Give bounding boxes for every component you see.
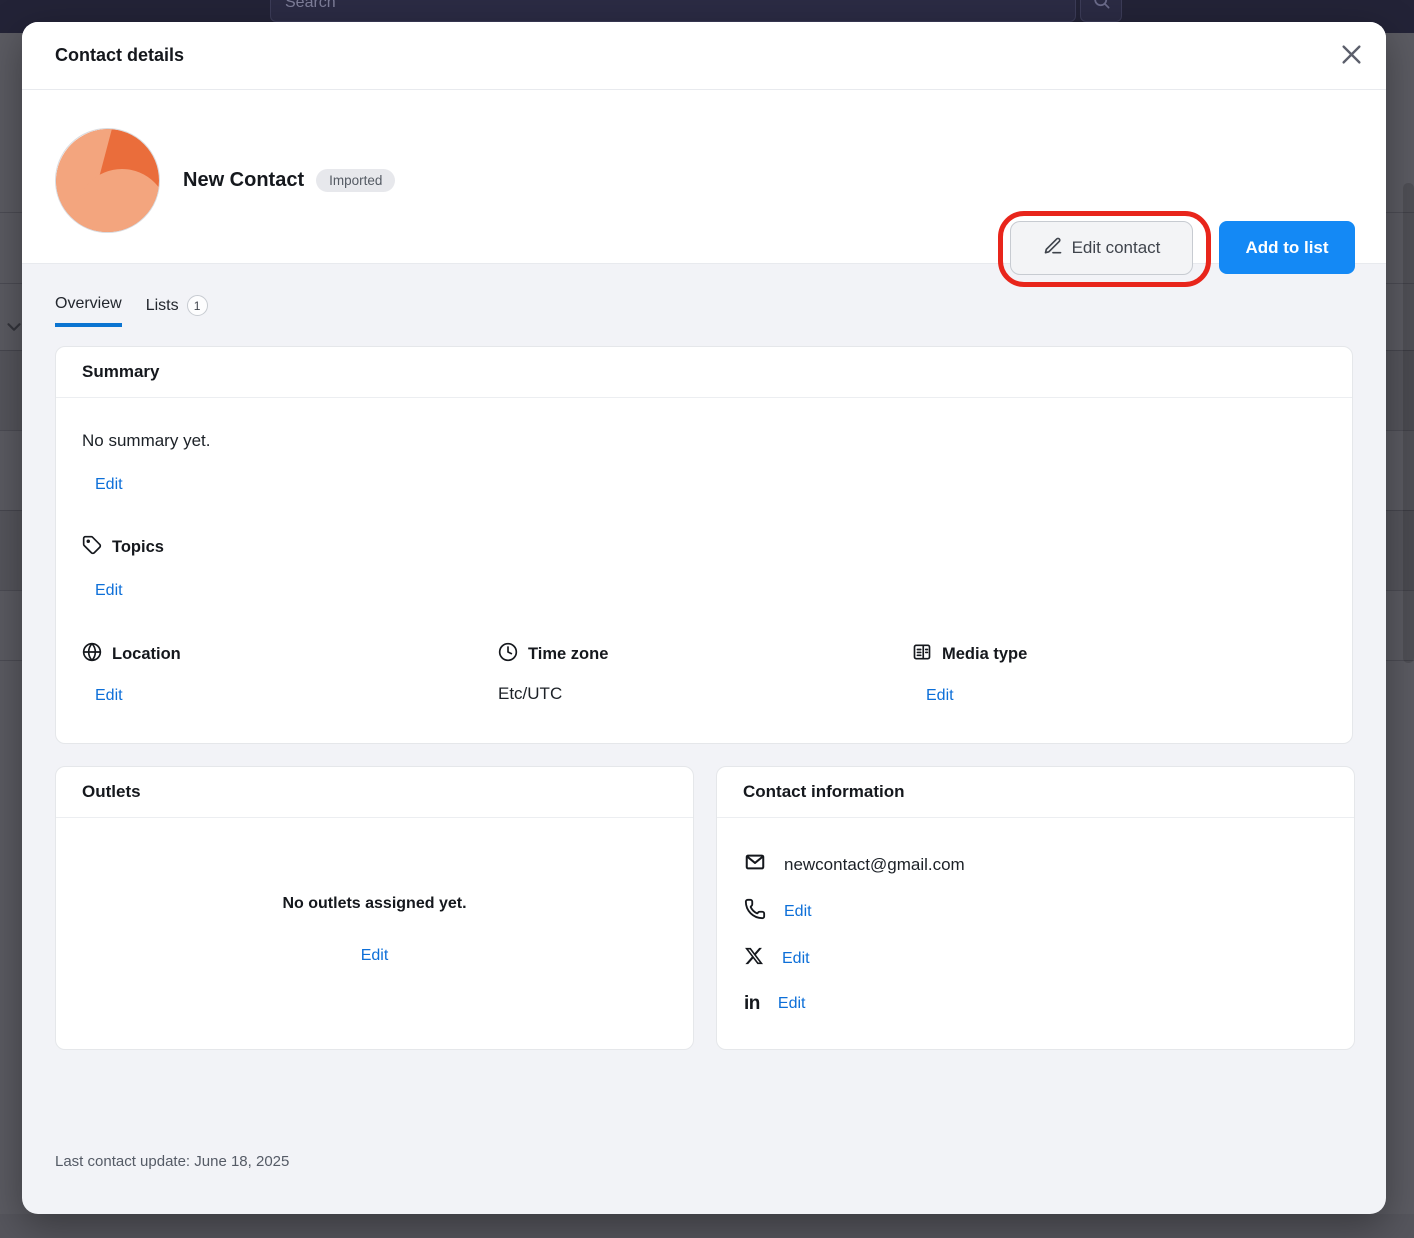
linkedin-row: in Edit [744,994,805,1013]
media-type-edit-link[interactable]: Edit [926,687,954,705]
outlets-empty-text: No outlets assigned yet. [56,895,693,913]
globe-icon [82,642,102,667]
close-button[interactable] [1337,42,1365,70]
email-icon [744,851,766,878]
location-label: Location [112,645,181,664]
email-value: newcontact@gmail.com [784,855,965,875]
x-twitter-icon [744,946,764,971]
topics-section: Topics [82,535,164,560]
last-update-text: Last contact update: June 18, 2025 [55,1153,289,1170]
imported-badge: Imported [316,169,395,193]
search-icon [1092,0,1111,15]
x-row: Edit [744,946,810,971]
search-input[interactable] [285,0,1075,12]
page-scrollbar[interactable] [1403,183,1414,663]
add-to-list-button[interactable]: Add to list [1219,221,1355,274]
contact-details-modal: Contact details New Contact Imported [22,22,1386,1214]
summary-card-header: Summary [56,347,1352,398]
contact-information-title: Contact information [743,782,905,802]
linkedin-edit-link[interactable]: Edit [778,995,806,1013]
contact-information-header: Contact information [717,767,1354,818]
tab-bar: Overview Lists 1 [55,288,208,330]
summary-card: Summary No summary yet. Edit Topics Edit… [55,346,1353,744]
media-type-section: Media type [912,642,1027,667]
phone-row: Edit [744,898,812,925]
summary-empty-text: No summary yet. [82,431,210,451]
newspaper-icon [912,642,932,667]
linkedin-icon: in [744,994,760,1013]
topics-label: Topics [112,538,164,557]
outlets-card: Outlets No outlets assigned yet. Edit [55,766,694,1050]
pencil-icon [1043,236,1063,261]
outlets-edit-link[interactable]: Edit [361,947,389,964]
timezone-section: Time zone [498,642,608,667]
outlets-title: Outlets [82,782,141,802]
avatar [55,128,160,233]
contact-information-card: Contact information newcontact@gmail.com… [716,766,1355,1050]
modal-header: Contact details [22,22,1386,90]
contact-name: New Contact [183,169,304,192]
phone-edit-link[interactable]: Edit [784,903,812,921]
media-type-label: Media type [942,645,1027,664]
search-field[interactable] [270,0,1076,22]
summary-title: Summary [82,362,159,382]
tab-lists[interactable]: Lists 1 [146,288,208,330]
phone-icon [744,898,766,925]
x-edit-link[interactable]: Edit [782,950,810,968]
topics-edit-link[interactable]: Edit [95,582,123,600]
modal-title: Contact details [55,45,184,66]
tag-icon [82,535,102,560]
contact-header: New Contact Imported Edit contact Add to… [22,90,1386,264]
location-edit-link[interactable]: Edit [95,687,123,705]
edit-contact-button[interactable]: Edit contact [1010,221,1193,275]
summary-edit-link[interactable]: Edit [95,476,123,494]
timezone-label: Time zone [528,645,608,664]
clock-icon [498,642,518,667]
close-icon [1338,41,1365,71]
timezone-value: Etc/UTC [498,684,562,704]
location-section: Location [82,642,181,667]
outlets-card-header: Outlets [56,767,693,818]
search-button[interactable] [1080,0,1122,22]
email-row: newcontact@gmail.com [744,851,965,878]
lists-count-badge: 1 [187,295,208,316]
tab-overview[interactable]: Overview [55,288,122,327]
